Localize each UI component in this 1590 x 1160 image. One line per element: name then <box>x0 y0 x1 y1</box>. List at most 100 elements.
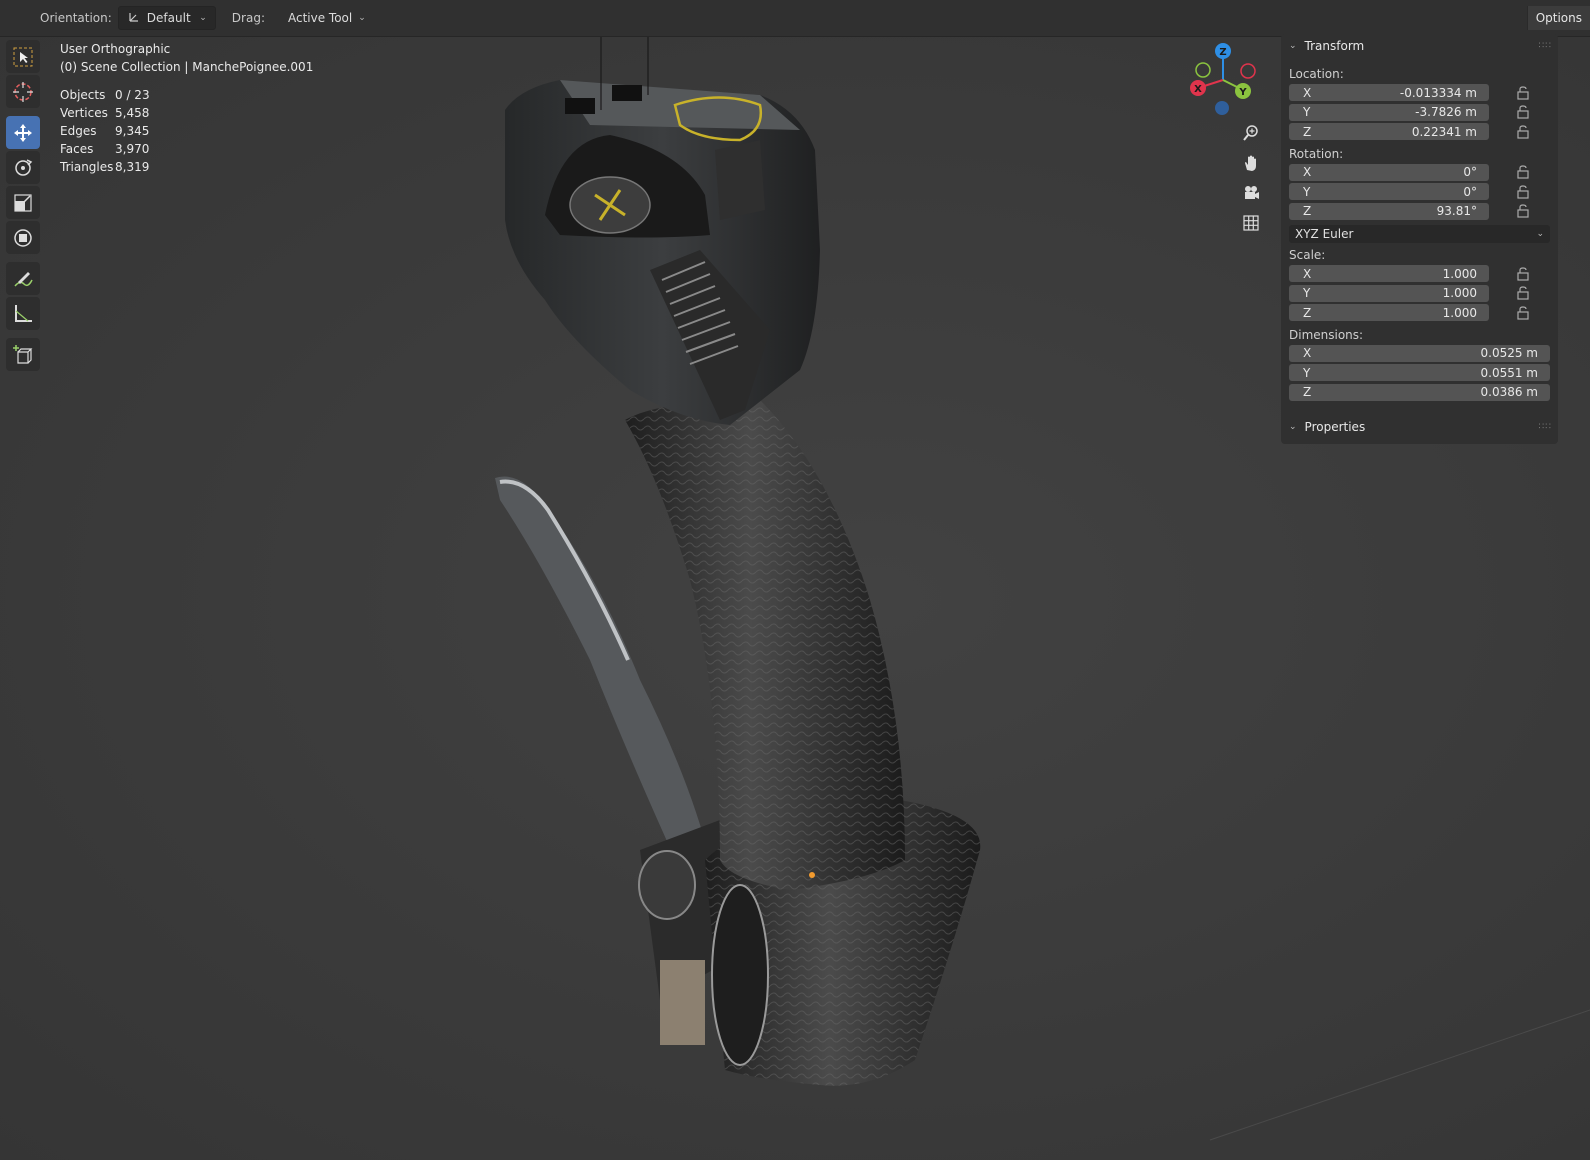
select-box-tool[interactable] <box>6 40 40 73</box>
unlock-icon[interactable] <box>1516 86 1532 100</box>
navigation-gizmo[interactable]: Z X Y <box>1188 42 1258 118</box>
grid-icon <box>1243 215 1259 231</box>
3d-viewport[interactable]: User Orthographic (0) Scene Collection |… <box>0 34 1590 1160</box>
stat-value: 5,458 <box>115 106 150 120</box>
properties-title: Properties <box>1304 420 1366 434</box>
chevron-down-icon: ⌄ <box>358 13 366 23</box>
cursor-tool[interactable] <box>6 75 40 108</box>
dimensions-y-row: Y 0.0551 m <box>1289 363 1558 383</box>
field-value: -3.7826 m <box>1415 105 1477 120</box>
stat-row: Edges 9,345 <box>60 122 313 140</box>
scale-y-row: Y 1.000 <box>1289 284 1558 304</box>
add-cube-icon <box>13 344 33 364</box>
camera-icon <box>1245 186 1259 199</box>
neg-z-axis-handle[interactable] <box>1215 101 1229 115</box>
stat-value: 3,970 <box>115 142 150 156</box>
stat-label: Vertices <box>60 106 108 120</box>
annotate-icon <box>14 271 33 286</box>
options-button[interactable]: Options <box>1526 6 1590 30</box>
unlock-icon[interactable] <box>1516 204 1532 218</box>
drag-label: Drag: <box>231 11 265 25</box>
stat-value: 9,345 <box>115 124 150 138</box>
location-x-field[interactable]: X -0.013334 m <box>1289 84 1489 102</box>
rotate-tool[interactable] <box>6 151 40 184</box>
axis-label: Y <box>1303 365 1311 380</box>
axis-label: Y <box>1303 286 1311 301</box>
axis-label: Z <box>1303 385 1312 400</box>
scale-x-field[interactable]: X 1.000 <box>1289 265 1489 283</box>
unlock-icon[interactable] <box>1516 185 1532 199</box>
view-name: User Orthographic <box>60 42 171 56</box>
dimensions-y-field[interactable]: Y 0.0551 m <box>1289 364 1550 382</box>
cursor-icon <box>13 81 33 102</box>
axis-label: X <box>1303 266 1312 281</box>
annotate-tool[interactable] <box>6 262 40 295</box>
scale-icon <box>14 193 32 212</box>
unlock-icon[interactable] <box>1516 165 1532 179</box>
move-tool[interactable] <box>6 116 40 149</box>
transform-panel-header[interactable]: ⌄ Transform ∷∷ <box>1281 35 1558 57</box>
location-y-row: Y -3.7826 m <box>1289 103 1558 123</box>
rotation-label: Rotation: <box>1289 146 1344 161</box>
measure-icon <box>15 304 32 322</box>
field-value: 0.0525 m <box>1480 346 1539 361</box>
chevron-down-icon: ⌄ <box>199 13 207 23</box>
field-value: 1.000 <box>1442 305 1477 320</box>
dimensions-x-field[interactable]: X 0.0525 m <box>1289 344 1550 362</box>
scale-y-field[interactable]: Y 1.000 <box>1289 284 1489 302</box>
location-z-field[interactable]: Z 0.22341 m <box>1289 123 1489 141</box>
neg-x-axis-handle[interactable] <box>1240 63 1256 79</box>
camera-view-button[interactable] <box>1238 180 1264 206</box>
add-cube-tool[interactable] <box>6 338 40 371</box>
pan-button[interactable] <box>1238 150 1264 176</box>
drag-handle-icon[interactable]: ∷∷ <box>1539 41 1552 51</box>
ortho-toggle-button[interactable] <box>1238 210 1264 236</box>
scale-z-field[interactable]: Z 1.000 <box>1289 304 1489 322</box>
location-x-row: X -0.013334 m <box>1289 83 1558 103</box>
location-z-row: Z 0.22341 m <box>1289 122 1558 142</box>
tool-shelf <box>6 40 42 373</box>
unlock-icon[interactable] <box>1516 267 1532 281</box>
axis-label: X <box>1303 165 1312 180</box>
dimensions-x-row: X 0.0525 m <box>1289 344 1558 364</box>
drag-handle-icon[interactable]: ∷∷ <box>1539 422 1552 432</box>
unlock-icon[interactable] <box>1516 125 1532 139</box>
axis-label: Z <box>1303 124 1312 139</box>
unlock-icon[interactable] <box>1516 306 1532 320</box>
rotation-y-field[interactable]: Y 0° <box>1289 183 1489 201</box>
location-label: Location: <box>1289 67 1344 81</box>
transform-tool[interactable] <box>6 221 40 254</box>
stat-label: Faces <box>60 142 94 156</box>
rotation-z-field[interactable]: Z 93.81° <box>1289 202 1489 220</box>
dimensions-label: Dimensions: <box>1289 327 1364 342</box>
select-box-icon <box>13 47 33 66</box>
measure-tool[interactable] <box>6 297 40 330</box>
unlock-icon[interactable] <box>1516 105 1532 119</box>
rotation-mode-dropdown[interactable]: XYZ Euler ⌄ <box>1289 225 1550 243</box>
rotation-x-field[interactable]: X 0° <box>1289 163 1489 181</box>
unlock-icon[interactable] <box>1516 286 1532 300</box>
x-axis-label: X <box>1194 84 1202 95</box>
stat-row: Vertices 5,458 <box>60 104 313 122</box>
scale-z-row: Z 1.000 <box>1289 303 1558 323</box>
drag-dropdown[interactable]: Active Tool ⌄ <box>279 6 375 30</box>
field-value: 0° <box>1463 184 1477 199</box>
scale-tool[interactable] <box>6 186 40 219</box>
neg-y-axis-handle[interactable] <box>1195 62 1211 78</box>
move-icon <box>14 123 32 142</box>
properties-panel-header[interactable]: ⌄ Properties ∷∷ <box>1281 416 1558 438</box>
zoom-icon <box>1243 125 1258 141</box>
field-value: 0.0386 m <box>1480 385 1539 400</box>
field-value: -0.013334 m <box>1399 85 1477 100</box>
orientation-icon <box>127 10 141 27</box>
stat-label: Edges <box>60 124 97 138</box>
dimensions-z-field[interactable]: Z 0.0386 m <box>1289 383 1550 401</box>
zoom-button[interactable] <box>1238 120 1264 146</box>
orientation-dropdown[interactable]: Default ⌄ <box>117 6 216 30</box>
stat-label: Objects <box>60 88 106 102</box>
axis-label: Z <box>1303 204 1312 219</box>
y-axis-label: Y <box>1238 87 1247 98</box>
location-y-field[interactable]: Y -3.7826 m <box>1289 103 1489 121</box>
stat-row: Objects 0 / 23 <box>60 86 313 104</box>
stat-row: Faces 3,970 <box>60 140 313 158</box>
